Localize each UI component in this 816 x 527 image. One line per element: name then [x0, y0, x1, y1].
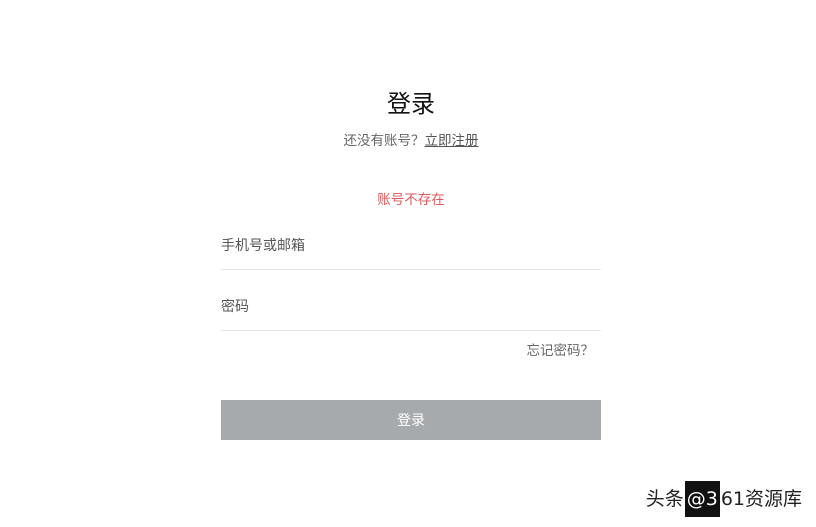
- account-input[interactable]: [221, 222, 601, 270]
- register-prompt: 还没有账号？立即注册: [0, 131, 816, 151]
- register-link[interactable]: 立即注册: [425, 133, 479, 149]
- watermark-boxed-digit: 3: [705, 488, 718, 510]
- no-account-text: 还没有账号？: [343, 133, 425, 149]
- watermark: 头条 @3 61资源库: [646, 481, 802, 517]
- error-message: 账号不存在: [377, 192, 445, 208]
- login-button[interactable]: 登录: [221, 400, 601, 440]
- forgot-password-link[interactable]: 忘记密码？: [527, 341, 595, 361]
- watermark-at: @: [686, 488, 706, 510]
- watermark-suffix: 61资源库: [720, 488, 802, 510]
- watermark-prefix: 头条: [645, 488, 684, 510]
- login-page: 登录 还没有账号？立即注册 账号不存在 忘记密码？ 登录 头条 @3 61资源库: [0, 0, 816, 527]
- page-title: 登录: [387, 90, 435, 118]
- watermark-at-box: @3: [684, 481, 720, 517]
- password-input[interactable]: [221, 283, 601, 331]
